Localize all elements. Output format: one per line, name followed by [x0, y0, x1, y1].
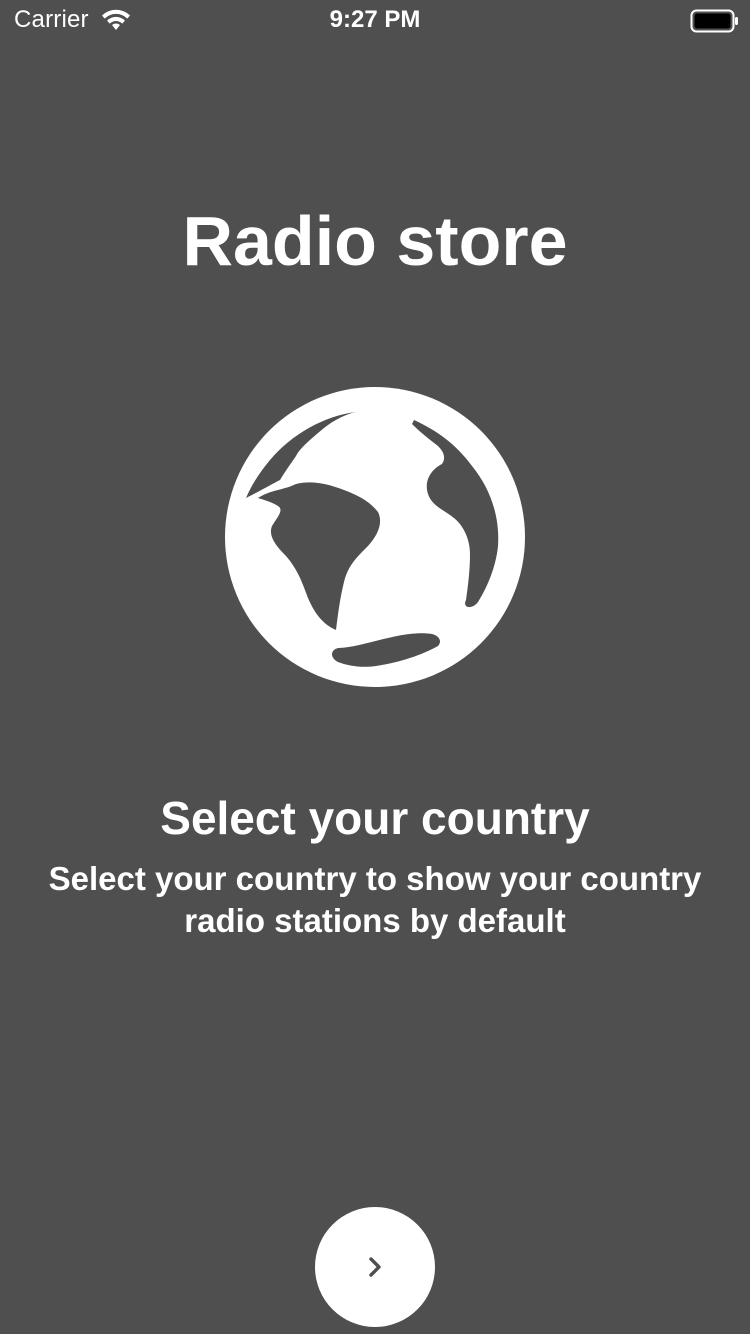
globe-icon	[225, 387, 525, 687]
chevron-right-icon	[369, 1257, 381, 1277]
next-button[interactable]	[315, 1207, 435, 1327]
section-description: Select your country to show your country…	[48, 860, 702, 939]
status-time: 9:27 PM	[329, 6, 421, 33]
app-title: Radio store	[182, 202, 568, 280]
section-heading: Select your country	[160, 792, 590, 844]
status-bar: Carrier 9:27 PM	[0, 0, 750, 40]
battery-icon	[690, 9, 738, 33]
